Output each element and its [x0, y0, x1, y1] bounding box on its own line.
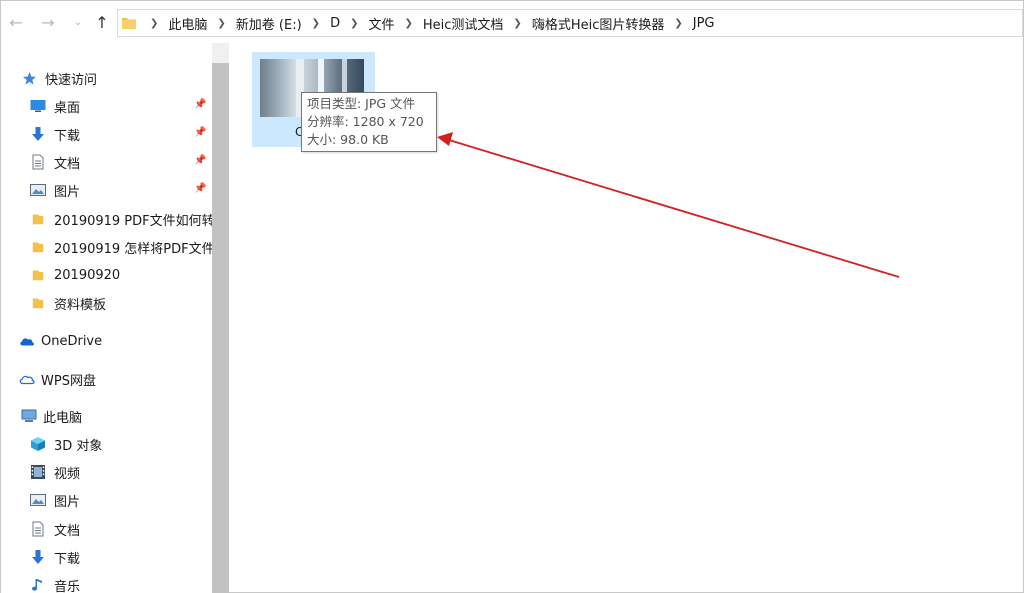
- up-arrow-icon[interactable]: ↑: [91, 11, 113, 33]
- sidebar-scrollbar-thumb[interactable]: [212, 63, 229, 593]
- sidebar-item-videos[interactable]: 视频: [30, 461, 80, 483]
- tooltip-resolution: 分辨率: 1280 x 720: [307, 114, 424, 129]
- sidebar-item-label: 图片: [54, 184, 81, 200]
- breadcrumb-separator: ❯: [311, 17, 321, 29]
- picture-icon: [30, 182, 46, 198]
- sidebar-item-documents[interactable]: 文档: [30, 518, 80, 540]
- sidebar-item-folder[interactable]: 20190919 PDF文件如何转: [30, 208, 212, 230]
- sidebar-item-this-pc[interactable]: 此电脑: [21, 405, 82, 427]
- explorer-window: ← → ⌄ ↑ ❯ 此电脑 ❯ 新加卷 (E:) ❯ D ❯ 文件 ❯ Heic…: [0, 0, 1024, 593]
- sidebar-item-label: WPS网盘: [41, 373, 96, 389]
- video-icon: [30, 464, 46, 480]
- sidebar-item-label: 3D 对象: [54, 438, 103, 454]
- sidebar-item-quick-access[interactable]: 快速访问: [21, 67, 97, 89]
- sidebar-item-folder[interactable]: 20190920: [30, 264, 120, 286]
- download-icon: [30, 549, 46, 565]
- sidebar-item-label: 桌面: [54, 100, 81, 116]
- breadcrumb-separator: ❯: [513, 17, 522, 29]
- breadcrumb-item[interactable]: JPG: [689, 16, 719, 31]
- navigation-bar: ← → ⌄ ↑ ❯ 此电脑 ❯ 新加卷 (E:) ❯ D ❯ 文件 ❯ Heic…: [1, 1, 1023, 43]
- breadcrumb-item[interactable]: 新加卷 (E:): [232, 14, 306, 33]
- breadcrumb-item[interactable]: D: [326, 16, 344, 31]
- document-icon: [30, 154, 46, 170]
- sidebar-item-downloads[interactable]: 下载: [30, 546, 80, 568]
- cloud-icon: [19, 333, 35, 349]
- breadcrumb-separator: ❯: [150, 17, 159, 29]
- picture-icon: [30, 492, 46, 508]
- forward-arrow-icon[interactable]: →: [37, 11, 59, 33]
- download-icon: [30, 126, 46, 142]
- breadcrumb-item[interactable]: 文件: [364, 14, 398, 33]
- breadcrumb-item[interactable]: 此电脑: [164, 14, 211, 33]
- sidebar-item-3d-objects[interactable]: 3D 对象: [30, 433, 102, 455]
- pin-icon[interactable]: 📌: [194, 99, 206, 110]
- computer-icon: [21, 408, 37, 424]
- navigation-pane: 快速访问 桌面 📌 下载 📌 文档 📌 图片 📌 20190919 PDF文件如…: [1, 43, 212, 593]
- pin-icon[interactable]: 📌: [194, 183, 206, 194]
- sidebar-item-label: 20190920: [54, 267, 121, 283]
- back-arrow-icon[interactable]: ←: [5, 11, 27, 33]
- document-icon: [30, 521, 46, 537]
- folder-icon: [122, 18, 136, 29]
- sidebar-item-downloads[interactable]: 下载: [30, 123, 80, 145]
- cloud-outline-icon: [19, 371, 35, 387]
- sidebar-item-label: 文档: [54, 523, 81, 539]
- sidebar-item-folder[interactable]: 20190919 怎样将PDF文件: [30, 236, 212, 258]
- sidebar-item-documents[interactable]: 文档: [30, 151, 80, 173]
- sidebar-item-label: 文档: [54, 156, 81, 172]
- breadcrumb-item[interactable]: 嗨格式Heic图片转换器: [528, 14, 669, 33]
- sidebar-item-wps[interactable]: WPS网盘: [19, 368, 96, 390]
- sidebar-item-label: 20190919 PDF文件如何转: [54, 213, 212, 229]
- sidebar-item-label: 图片: [54, 494, 81, 510]
- folder-icon: [30, 267, 46, 283]
- star-icon: [21, 70, 37, 86]
- sidebar-item-onedrive[interactable]: OneDrive: [19, 330, 102, 352]
- sidebar-item-label: 下载: [54, 551, 81, 567]
- sidebar-item-label: 快速访问: [45, 72, 98, 88]
- sidebar-item-music[interactable]: 音乐: [30, 574, 80, 593]
- desktop-icon: [30, 98, 46, 114]
- tooltip-item-type: 项目类型: JPG 文件: [307, 96, 416, 111]
- sidebar-item-label: 下载: [54, 128, 81, 144]
- music-icon: [30, 577, 46, 593]
- sidebar-item-label: OneDrive: [41, 333, 103, 349]
- sidebar-item-label: 20190919 怎样将PDF文件: [54, 241, 212, 257]
- sidebar-item-label: 资料模板: [54, 297, 107, 313]
- sidebar-item-label: 音乐: [54, 579, 81, 593]
- breadcrumb-separator: ❯: [350, 17, 359, 29]
- tooltip-size: 大小: 98.0 KB: [307, 132, 389, 147]
- cube-icon: [30, 436, 46, 452]
- file-info-tooltip: 项目类型: JPG 文件 分辨率: 1280 x 720 大小: 98.0 KB: [301, 92, 437, 152]
- pin-icon[interactable]: 📌: [194, 155, 206, 166]
- pin-icon[interactable]: 📌: [194, 127, 206, 138]
- recent-chevron-icon[interactable]: ⌄: [67, 11, 89, 33]
- breadcrumb-separator: ❯: [674, 17, 683, 29]
- folder-icon: [30, 239, 46, 255]
- address-bar[interactable]: ❯ 此电脑 ❯ 新加卷 (E:) ❯ D ❯ 文件 ❯ Heic测试文档 ❯ 嗨…: [117, 9, 1023, 37]
- folder-icon: [30, 295, 46, 311]
- folder-icon: [30, 211, 46, 227]
- breadcrumb-separator: ❯: [404, 17, 413, 29]
- sidebar-item-label: 视频: [54, 466, 81, 482]
- sidebar-item-pictures[interactable]: 图片: [30, 489, 80, 511]
- breadcrumb-separator: ❯: [217, 17, 226, 29]
- sidebar-item-label: 此电脑: [43, 410, 83, 426]
- sidebar-item-pictures[interactable]: 图片: [30, 179, 80, 201]
- sidebar-item-desktop[interactable]: 桌面: [30, 95, 80, 117]
- breadcrumb-item[interactable]: Heic测试文档: [419, 14, 508, 33]
- sidebar-item-folder[interactable]: 资料模板: [30, 292, 106, 314]
